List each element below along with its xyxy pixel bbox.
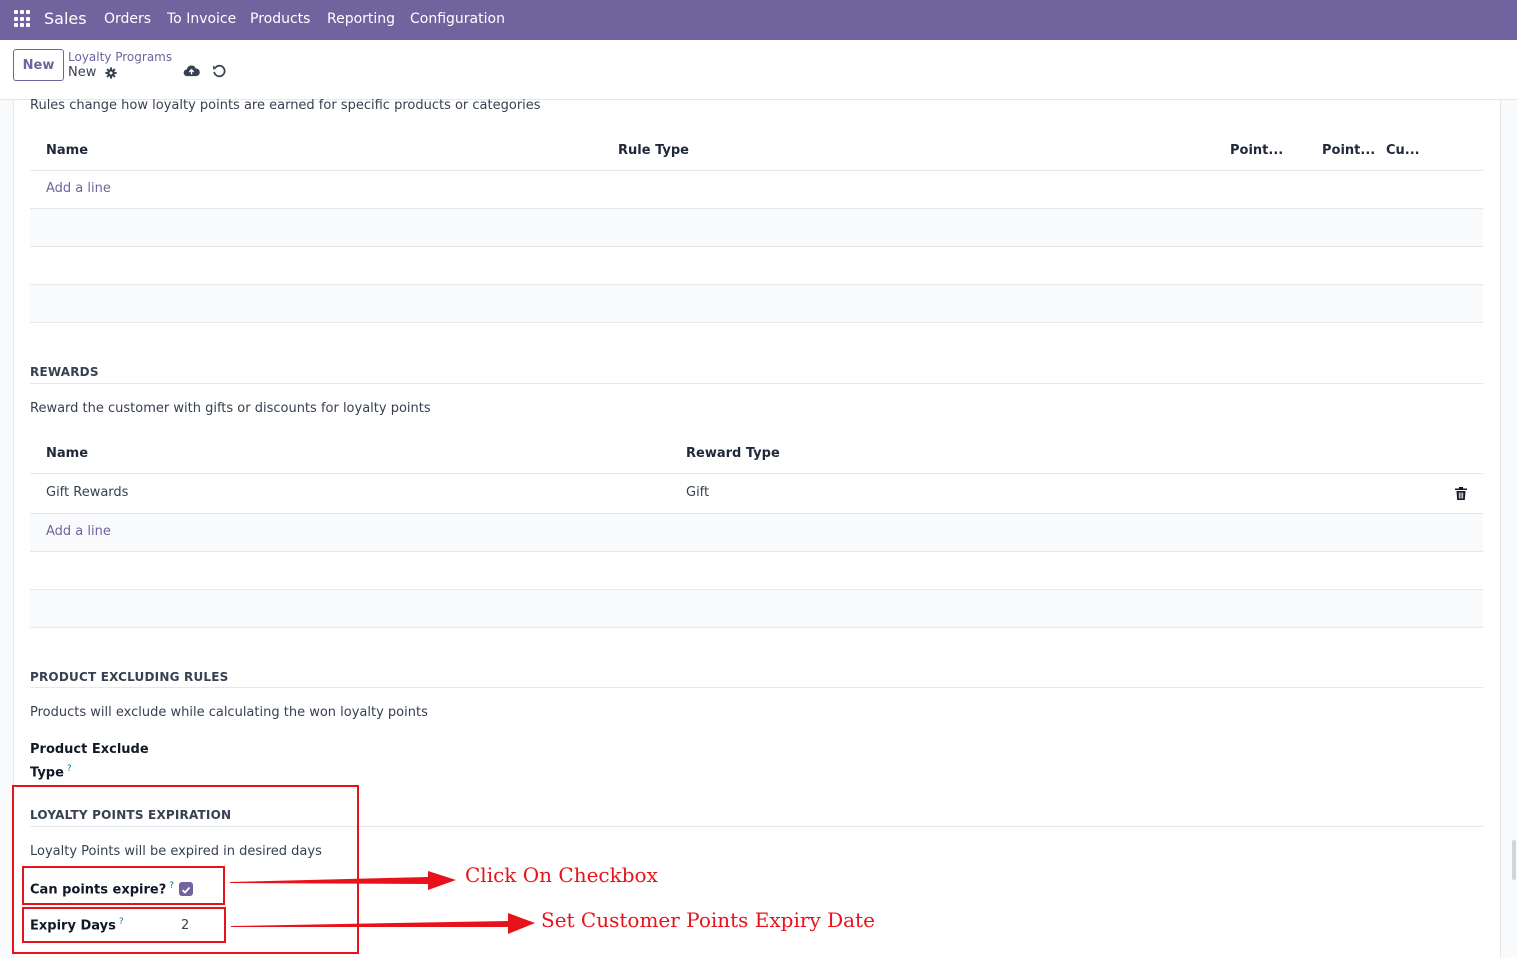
menu-products[interactable]: Products <box>250 11 310 27</box>
add-line-row <box>30 514 1483 551</box>
control-panel: New Loyalty Programs New <box>0 40 1517 100</box>
divider <box>30 627 1483 628</box>
rewards-col-reward-type[interactable]: Reward Type <box>686 446 780 461</box>
divider <box>30 246 1483 247</box>
discard-icon[interactable] <box>212 64 226 78</box>
trash-icon[interactable] <box>1455 487 1467 500</box>
divider <box>30 473 1483 474</box>
rewards-section-title: REWARDS <box>30 365 99 379</box>
product-exclude-type-label: Product Exclude <box>30 742 149 757</box>
new-button[interactable]: New <box>13 49 64 81</box>
divider <box>30 687 1483 688</box>
breadcrumb-current: New <box>68 65 97 80</box>
rules-col-rule-type[interactable]: Rule Type <box>618 143 689 158</box>
reward-row-type[interactable]: Gift <box>686 485 709 500</box>
rules-col-points-1[interactable]: Point... <box>1230 143 1283 158</box>
cloud-upload-icon[interactable] <box>183 64 200 78</box>
menu-configuration[interactable]: Configuration <box>410 11 505 27</box>
product-exclude-type-label-text: Type <box>30 765 64 781</box>
annotation-arrow-checkbox <box>230 871 456 890</box>
rules-col-points-2[interactable]: Point... <box>1322 143 1375 158</box>
empty-row <box>30 209 1483 246</box>
annotation-arrow-expiry <box>231 913 535 934</box>
menu-reporting[interactable]: Reporting <box>327 11 395 27</box>
annotation-box-checkbox <box>22 866 225 905</box>
product-excluding-description: Products will exclude while calculating … <box>30 705 428 720</box>
tooltip-icon[interactable]: ? <box>67 764 72 774</box>
annotation-checkbox-note: Click On Checkbox <box>465 863 658 887</box>
empty-row <box>30 590 1483 627</box>
rewards-add-line-link[interactable]: Add a line <box>46 524 111 539</box>
apps-menu-icon[interactable] <box>14 10 32 28</box>
breadcrumb-loyalty-programs[interactable]: Loyalty Programs <box>68 50 172 64</box>
rewards-description: Reward the customer with gifts or discou… <box>30 401 431 416</box>
annotation-box-expiry <box>22 907 226 943</box>
divider <box>30 170 1483 171</box>
rewards-col-name[interactable]: Name <box>46 446 88 461</box>
divider <box>30 551 1483 552</box>
annotation-expiry-note: Set Customer Points Expiry Date <box>541 908 875 932</box>
product-exclude-type-label-2: Type? <box>30 764 72 780</box>
product-excluding-section-title: PRODUCT EXCLUDING RULES <box>30 670 229 684</box>
divider <box>30 383 1483 384</box>
gear-icon[interactable] <box>105 67 117 79</box>
menu-orders[interactable]: Orders <box>104 11 151 27</box>
rules-add-line-link[interactable]: Add a line <box>46 181 111 196</box>
empty-row <box>30 285 1483 322</box>
reward-row-name[interactable]: Gift Rewards <box>46 485 128 500</box>
app-name[interactable]: Sales <box>44 9 87 28</box>
scrollbar[interactable] <box>1512 840 1516 880</box>
rules-col-cu[interactable]: Cu... <box>1386 143 1420 158</box>
menu-to-invoice[interactable]: To Invoice <box>167 11 236 27</box>
divider <box>30 322 1483 323</box>
main-navbar: Sales Orders To Invoice Products Reporti… <box>0 0 1517 40</box>
rules-description: Rules change how loyalty points are earn… <box>30 98 541 113</box>
rules-col-name[interactable]: Name <box>46 143 88 158</box>
